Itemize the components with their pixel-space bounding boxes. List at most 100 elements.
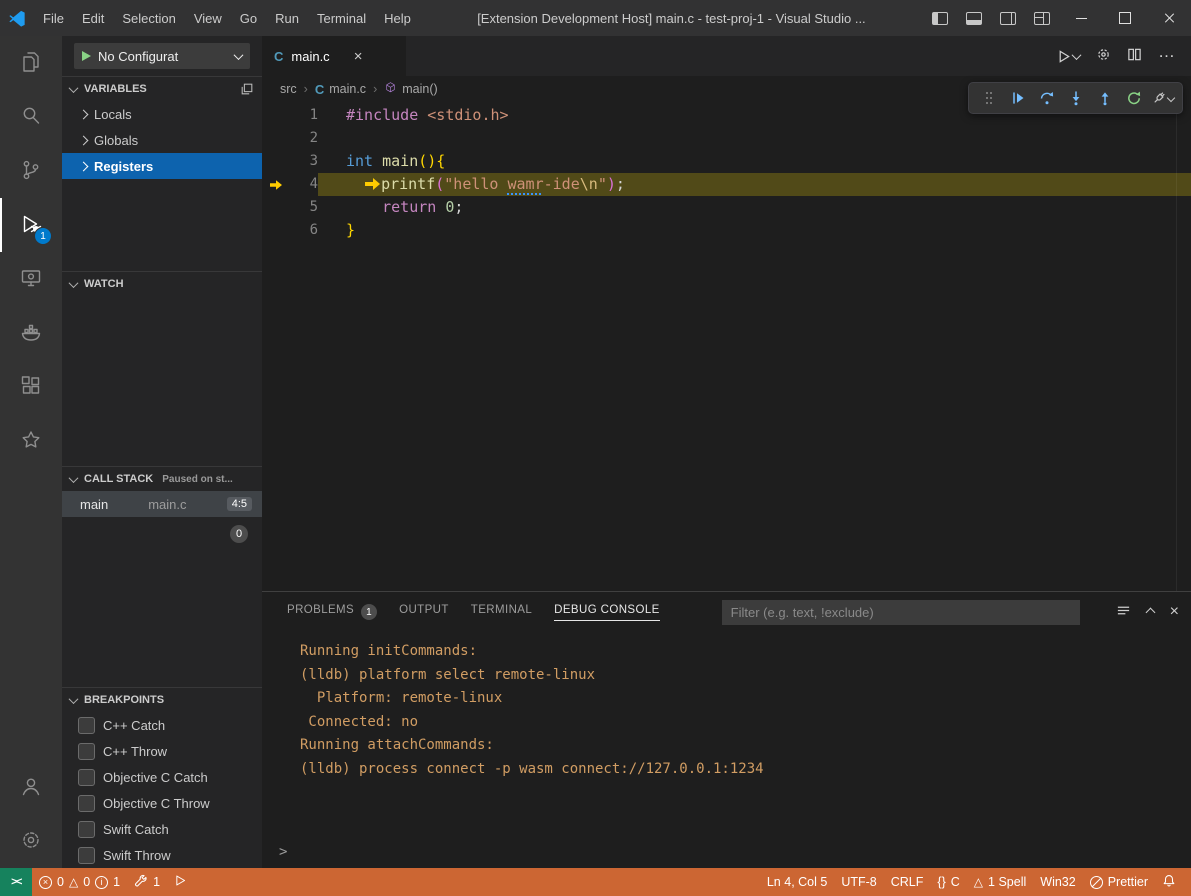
activity-bar-item-source-control[interactable] [0, 144, 62, 198]
debug-console[interactable]: Running initCommands: (lldb) platform se… [262, 632, 1191, 868]
customize-layout-button[interactable] [1025, 0, 1059, 36]
gutter-glyph-margin[interactable] [262, 179, 290, 191]
activity-bar-item-explorer[interactable] [0, 36, 62, 90]
code-line[interactable]: 3 int main(){ [262, 150, 1191, 173]
extensions-icon [19, 374, 43, 401]
code-line[interactable]: 4 printf("hello wamr-ide\n"); [262, 173, 1191, 196]
console-filter-input[interactable] [722, 600, 1080, 625]
activity-bar-item-test-explorer[interactable] [0, 414, 62, 468]
breakpoint-item[interactable]: Swift Catch [62, 816, 262, 842]
disconnect-button[interactable] [1148, 84, 1177, 112]
breadcrumb-file[interactable]: C main.c [315, 82, 366, 97]
panel-tab[interactable]: OUTPUT [399, 592, 449, 632]
breakpoint-item[interactable]: C++ Catch [62, 712, 262, 738]
breadcrumb-folder[interactable]: src [280, 82, 297, 96]
breakpoint-checkbox[interactable] [78, 769, 95, 786]
menu-item[interactable]: Selection [113, 0, 184, 36]
variables-tree-item[interactable]: Globals [62, 127, 262, 153]
minimize-button[interactable] [1059, 0, 1103, 36]
tab-close-icon[interactable]: × [354, 49, 363, 64]
breakpoints-section-header[interactable]: BREAKPOINTS [62, 687, 262, 712]
gutter-glyph-margin[interactable] [262, 225, 290, 237]
cursor-position-indicator[interactable]: Ln 4, Col 5 [760, 868, 834, 896]
continue-button[interactable] [1003, 84, 1032, 112]
breakpoint-item[interactable]: Swift Throw [62, 842, 262, 868]
notifications-indicator[interactable] [1155, 868, 1183, 896]
code-editor[interactable]: 1 #include <stdio.h> 2 [262, 102, 1191, 591]
menu-item[interactable]: Help [375, 0, 420, 36]
problems-indicator[interactable]: × 0 △ 0 i 1 [32, 868, 127, 896]
run-file-button[interactable] [1056, 49, 1080, 64]
breakpoint-checkbox[interactable] [78, 717, 95, 734]
breakpoint-checkbox[interactable] [78, 847, 95, 864]
remote-indicator[interactable]: >< [0, 868, 32, 896]
os-indicator[interactable]: Win32 [1033, 868, 1082, 896]
panel-tab[interactable]: PROBLEMS 1 [287, 592, 377, 632]
menu-item[interactable]: Terminal [308, 0, 375, 36]
toggle-secondary-sidebar-button[interactable] [991, 0, 1025, 36]
console-input-prompt[interactable]: > [279, 844, 1191, 868]
code-line[interactable]: 6 } [262, 219, 1191, 242]
breakpoint-item[interactable]: Objective C Throw [62, 790, 262, 816]
watch-section-header[interactable]: WATCH [62, 271, 262, 296]
activity-bar-item-accounts[interactable] [0, 760, 62, 814]
step-over-button[interactable] [1032, 84, 1061, 112]
menu-item[interactable]: File [34, 0, 73, 36]
debug-config-dropdown[interactable]: No Configurat [74, 43, 250, 69]
formatter-indicator[interactable]: Prettier [1083, 868, 1155, 896]
code-line[interactable]: 2 [262, 127, 1191, 150]
menu-item[interactable]: Run [266, 0, 308, 36]
encoding-indicator[interactable]: UTF-8 [834, 868, 883, 896]
collapse-all-icon[interactable] [240, 82, 254, 96]
activity-bar-item-docker[interactable] [0, 306, 62, 360]
eol-indicator[interactable]: CRLF [884, 868, 931, 896]
restart-button[interactable] [1119, 84, 1148, 112]
variables-tree-item[interactable]: Locals [62, 101, 262, 127]
breadcrumb-symbol[interactable]: main() [384, 81, 437, 97]
breakpoint-checkbox[interactable] [78, 795, 95, 812]
panel-tab[interactable]: TERMINAL [471, 592, 532, 632]
activity-bar-item-settings[interactable] [0, 814, 62, 868]
breakpoint-item[interactable]: C++ Throw [62, 738, 262, 764]
menu-item[interactable]: Edit [73, 0, 113, 36]
variables-tree-item[interactable]: Registers [62, 153, 262, 179]
close-panel-icon[interactable]: × [1170, 604, 1179, 620]
close-window-button[interactable] [1147, 0, 1191, 36]
breakpoint-item[interactable]: Objective C Catch [62, 764, 262, 790]
breakpoint-checkbox[interactable] [78, 821, 95, 838]
gutter-glyph-margin[interactable] [262, 202, 290, 214]
toggle-sidebar-button[interactable] [923, 0, 957, 36]
variables-section-header[interactable]: VARIABLES [62, 76, 262, 101]
debug-session-indicator[interactable] [167, 868, 194, 896]
menu-item[interactable]: View [185, 0, 231, 36]
spell-checker-indicator[interactable]: △ 1 Spell [967, 868, 1033, 896]
step-out-button[interactable] [1090, 84, 1119, 112]
chevron-down-icon [69, 278, 79, 288]
breakpoint-checkbox[interactable] [78, 743, 95, 760]
maximize-panel-icon[interactable] [1145, 607, 1155, 617]
code-line[interactable]: 5 return 0; [262, 196, 1191, 219]
editor-settings-gear-button[interactable] [1096, 47, 1111, 65]
gutter-glyph-margin[interactable] [262, 110, 290, 122]
split-editor-button[interactable] [1127, 47, 1142, 65]
start-debug-icon[interactable] [82, 51, 91, 61]
menu-item[interactable]: Go [231, 0, 266, 36]
maximize-button[interactable] [1103, 0, 1147, 36]
call-stack-frame[interactable]: main main.c 4:5 [62, 491, 262, 517]
call-stack-section-header[interactable]: CALL STACK Paused on st... [62, 466, 262, 491]
toggle-panel-button[interactable] [957, 0, 991, 36]
gutter-glyph-margin[interactable] [262, 156, 290, 168]
tab-main-c[interactable]: C main.c × [262, 36, 406, 76]
step-into-button[interactable] [1061, 84, 1090, 112]
activity-bar-item-remote-explorer[interactable] [0, 252, 62, 306]
toolbar-drag-handle[interactable] [974, 84, 1003, 112]
activity-bar-item-search[interactable] [0, 90, 62, 144]
remote-explorer-icon [19, 266, 43, 293]
gutter-glyph-margin[interactable] [262, 133, 290, 145]
activity-bar-item-extensions[interactable] [0, 360, 62, 414]
tools-indicator[interactable]: 1 [127, 868, 167, 896]
activity-bar-item-run-and-debug[interactable]: 1 [0, 198, 62, 252]
console-lines-icon[interactable] [1116, 603, 1131, 621]
language-indicator[interactable]: {} C [930, 868, 966, 896]
panel-tab[interactable]: DEBUG CONSOLE [554, 592, 660, 632]
